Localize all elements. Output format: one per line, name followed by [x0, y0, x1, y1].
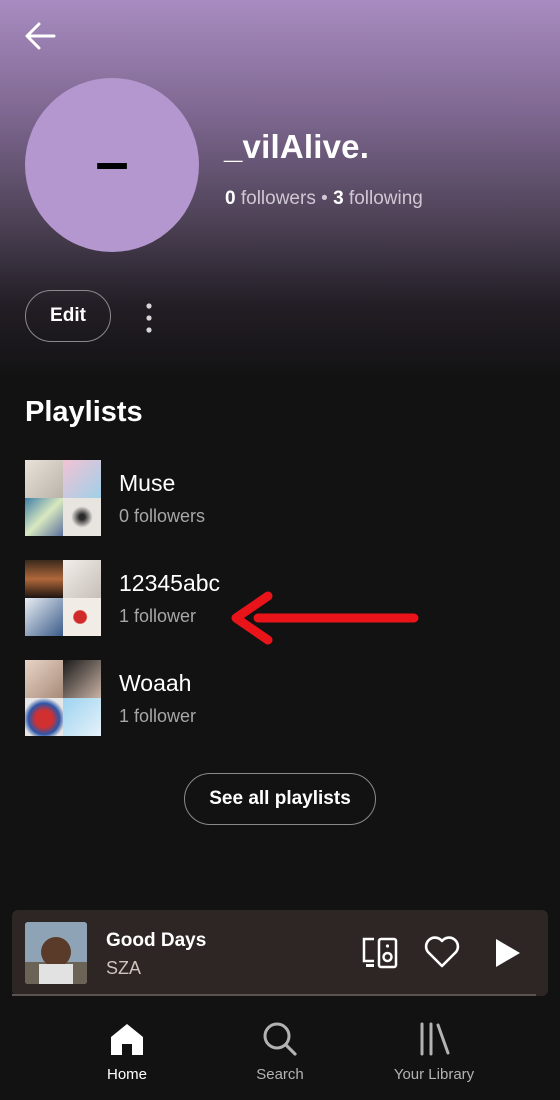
playlist-followers: 1 follower — [119, 706, 197, 726]
playlist-name: Muse — [119, 470, 176, 496]
playlist-name: Woaah — [119, 670, 192, 696]
play-button[interactable] — [490, 936, 524, 975]
more-vertical-icon — [146, 303, 152, 333]
playlists-heading: Playlists — [25, 396, 143, 428]
library-icon — [420, 1022, 450, 1056]
profile-stats: 0 followers • 3 following — [225, 188, 423, 210]
now-playing-title: Good Days — [106, 930, 207, 951]
playlist-cover — [25, 560, 101, 636]
playlist-cover — [25, 460, 101, 536]
nav-library-label: Your Library — [393, 1066, 475, 1083]
playlist-followers: 0 followers — [119, 506, 206, 526]
nav-home-label: Home — [106, 1066, 147, 1083]
see-all-playlists-button[interactable]: See all playlists — [184, 773, 376, 825]
playlist-item-muse[interactable]: Muse 0 followers — [25, 460, 545, 536]
playback-progress-bar[interactable] — [12, 994, 536, 996]
annotation-arrow-icon — [231, 591, 419, 645]
bottom-navigation: Home Search Your Library — [0, 1000, 560, 1100]
device-icon — [362, 937, 398, 969]
avatar: – — [25, 78, 199, 252]
playlist-cover — [25, 660, 101, 736]
search-icon — [263, 1022, 297, 1056]
followers-label[interactable]: followers — [241, 188, 316, 209]
home-icon — [111, 1024, 143, 1055]
stats-separator: • — [321, 188, 328, 209]
nav-home[interactable]: Home — [67, 1018, 187, 1083]
playlist-name: 12345abc — [119, 570, 221, 596]
followers-count[interactable]: 0 — [225, 188, 236, 209]
now-playing-artwork — [25, 922, 87, 984]
back-arrow-icon — [25, 22, 56, 50]
now-playing-bar[interactable]: Good Days SZA — [12, 910, 548, 996]
following-count[interactable]: 3 — [333, 188, 344, 209]
more-options-button[interactable] — [136, 296, 162, 340]
play-icon — [496, 939, 520, 967]
back-button[interactable] — [18, 14, 62, 58]
heart-icon — [424, 936, 460, 968]
nav-search-label: Search — [256, 1066, 304, 1083]
avatar-initial: – — [95, 128, 129, 195]
connect-device-button[interactable] — [360, 934, 400, 977]
nav-search[interactable]: Search — [220, 1018, 340, 1083]
playlist-followers: 1 follower — [119, 606, 197, 626]
playlist-item-woaah[interactable]: Woaah 1 follower — [25, 660, 545, 736]
following-label[interactable]: following — [349, 188, 423, 209]
edit-profile-button[interactable]: Edit — [25, 290, 111, 342]
like-button[interactable] — [422, 932, 462, 977]
profile-username: _vilAlive. — [224, 128, 370, 165]
nav-library[interactable]: Your Library — [374, 1018, 494, 1083]
now-playing-artist: SZA — [106, 958, 142, 978]
